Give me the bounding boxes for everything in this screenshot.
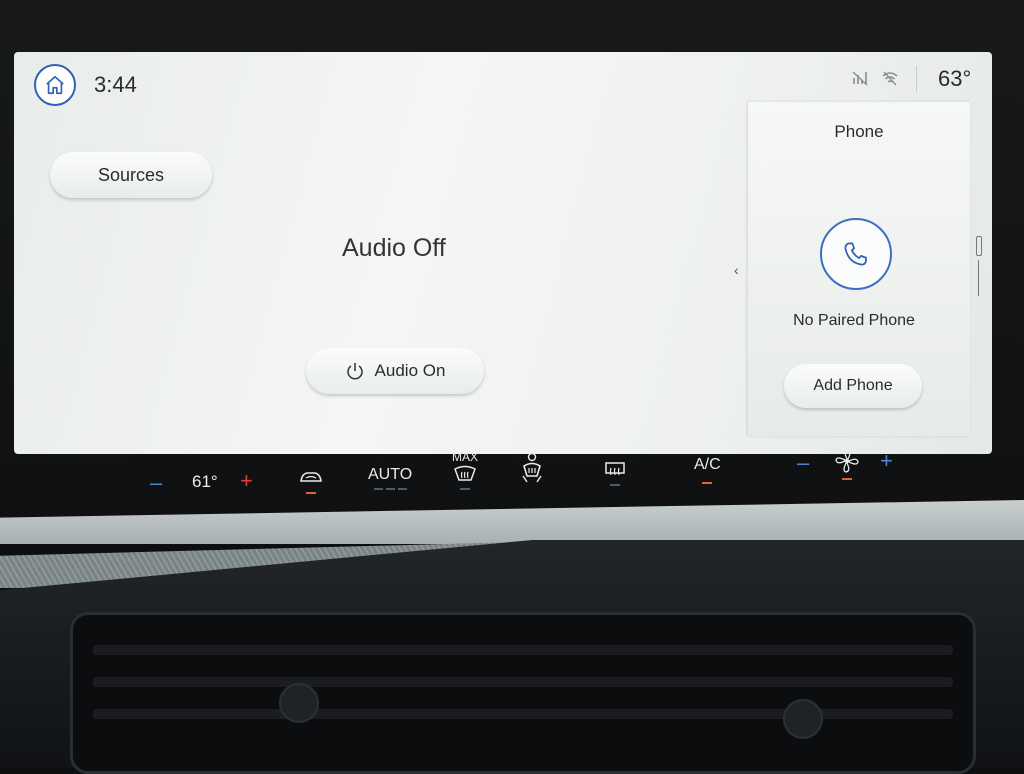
add-phone-label: Add Phone	[813, 377, 893, 394]
no-signal-icon	[852, 71, 868, 86]
vent-knob-left[interactable]	[279, 683, 319, 723]
home-icon	[46, 75, 64, 95]
wifi-off-icon	[882, 71, 898, 86]
seat-climate-button[interactable]	[518, 452, 546, 484]
scroll-thumb	[976, 236, 982, 256]
outside-temperature: 63°	[938, 66, 972, 91]
ac-button[interactable]: A/C	[694, 456, 721, 484]
audio-on-button[interactable]: Audio On	[306, 348, 484, 394]
sources-label: Sources	[97, 164, 165, 185]
fan-indicator	[842, 478, 852, 480]
fan-icon	[835, 449, 859, 473]
scroll-track	[978, 260, 979, 296]
audio-status: Audio Off	[342, 234, 446, 262]
vent-slat	[93, 677, 953, 687]
recirculation-icon	[300, 472, 322, 482]
rear-defrost-indicator	[610, 484, 620, 486]
fan-speed-down-button[interactable]: –	[797, 450, 809, 476]
ac-indicator	[702, 482, 713, 484]
fan-speed-up-button[interactable]: +	[880, 448, 893, 474]
home-button[interactable]	[34, 64, 76, 106]
auto-label: AUTO	[368, 466, 413, 483]
phone-icon	[844, 242, 867, 266]
auto-indicator	[373, 488, 407, 490]
panel-collapse-chevron-icon[interactable]: ‹	[734, 262, 739, 278]
power-icon	[346, 363, 363, 380]
fan-speed-button[interactable]	[834, 448, 860, 480]
vent-slat	[93, 709, 953, 719]
max-defrost-indicator	[460, 488, 470, 490]
driver-temp-down-button[interactable]: –	[150, 470, 162, 496]
phone-status: No Paired Phone	[793, 312, 915, 329]
vent-slat	[93, 645, 953, 655]
sources-button[interactable]: Sources	[50, 152, 212, 198]
seat-climate-icon	[522, 452, 542, 483]
max-defrost-icon	[454, 465, 476, 481]
clock: 3:44	[94, 72, 137, 97]
rear-defrost-icon	[605, 462, 625, 476]
phone-panel: Phone No Paired Phone Add Phone	[748, 102, 970, 436]
driver-temp-up-button[interactable]: +	[240, 468, 253, 494]
max-label: MAX	[452, 450, 479, 464]
status-divider	[916, 66, 917, 92]
phone-button[interactable]	[820, 218, 892, 290]
phone-panel-title: Phone	[834, 122, 884, 141]
ac-label: A/C	[694, 456, 721, 473]
status-icons	[850, 68, 900, 88]
vent-knob-right[interactable]	[783, 699, 823, 739]
driver-temperature: 61°	[192, 472, 218, 491]
recirculation-button[interactable]	[297, 468, 325, 494]
page-scroll-indicator[interactable]	[976, 236, 982, 296]
add-phone-button[interactable]: Add Phone	[784, 364, 922, 408]
air-vent	[70, 612, 976, 774]
infotainment-screen: 3:44 63° Sources Audio Off Audio On ‹ Ph…	[14, 52, 992, 454]
max-defrost-button[interactable]: MAX	[452, 450, 478, 490]
auto-climate-button[interactable]: AUTO	[368, 466, 412, 490]
audio-on-label: Audio On	[374, 361, 446, 380]
rear-defrost-button[interactable]	[603, 460, 627, 486]
recirculation-indicator	[306, 492, 316, 494]
